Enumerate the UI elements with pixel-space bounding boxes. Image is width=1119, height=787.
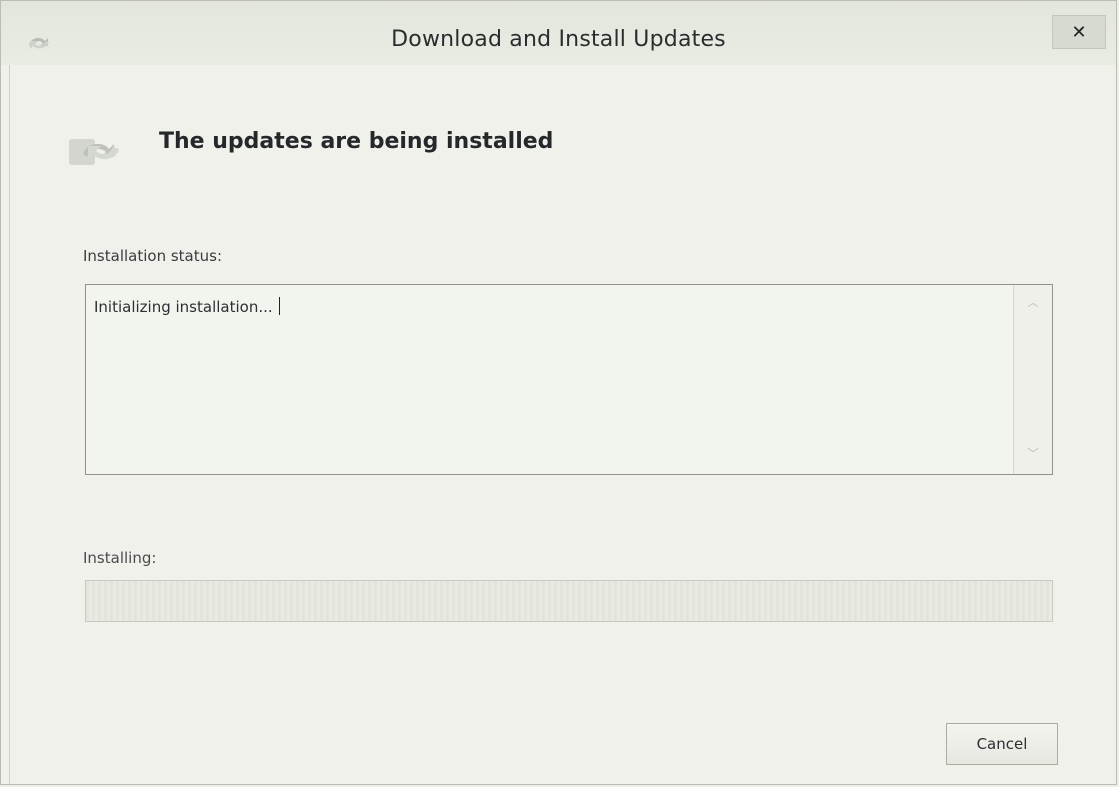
installation-status-textbox[interactable]: Initializing installation... ︿ ﹀	[85, 284, 1053, 475]
status-message: Initializing installation...	[94, 298, 273, 316]
vertical-scrollbar[interactable]: ︿ ﹀	[1013, 285, 1052, 474]
window-title: Download and Install Updates	[391, 27, 726, 52]
installation-status-label: Installation status:	[83, 247, 222, 265]
windows-update-icon	[69, 139, 119, 165]
title-bar: Download and Install Updates ✕	[1, 1, 1116, 65]
page-heading: The updates are being installed	[159, 129, 554, 154]
installing-label: Installing:	[83, 549, 157, 567]
scroll-up-icon[interactable]: ︿	[1014, 291, 1052, 315]
cancel-button[interactable]: Cancel	[946, 723, 1058, 765]
status-text: Initializing installation...	[94, 297, 280, 316]
update-dialog: Download and Install Updates ✕ The updat…	[0, 0, 1117, 785]
scroll-down-icon[interactable]: ﹀	[1014, 442, 1052, 466]
text-caret	[278, 297, 280, 315]
window-edge	[9, 65, 10, 784]
close-icon: ✕	[1071, 21, 1087, 43]
installation-progress-bar	[85, 580, 1053, 622]
close-button[interactable]: ✕	[1052, 15, 1106, 49]
